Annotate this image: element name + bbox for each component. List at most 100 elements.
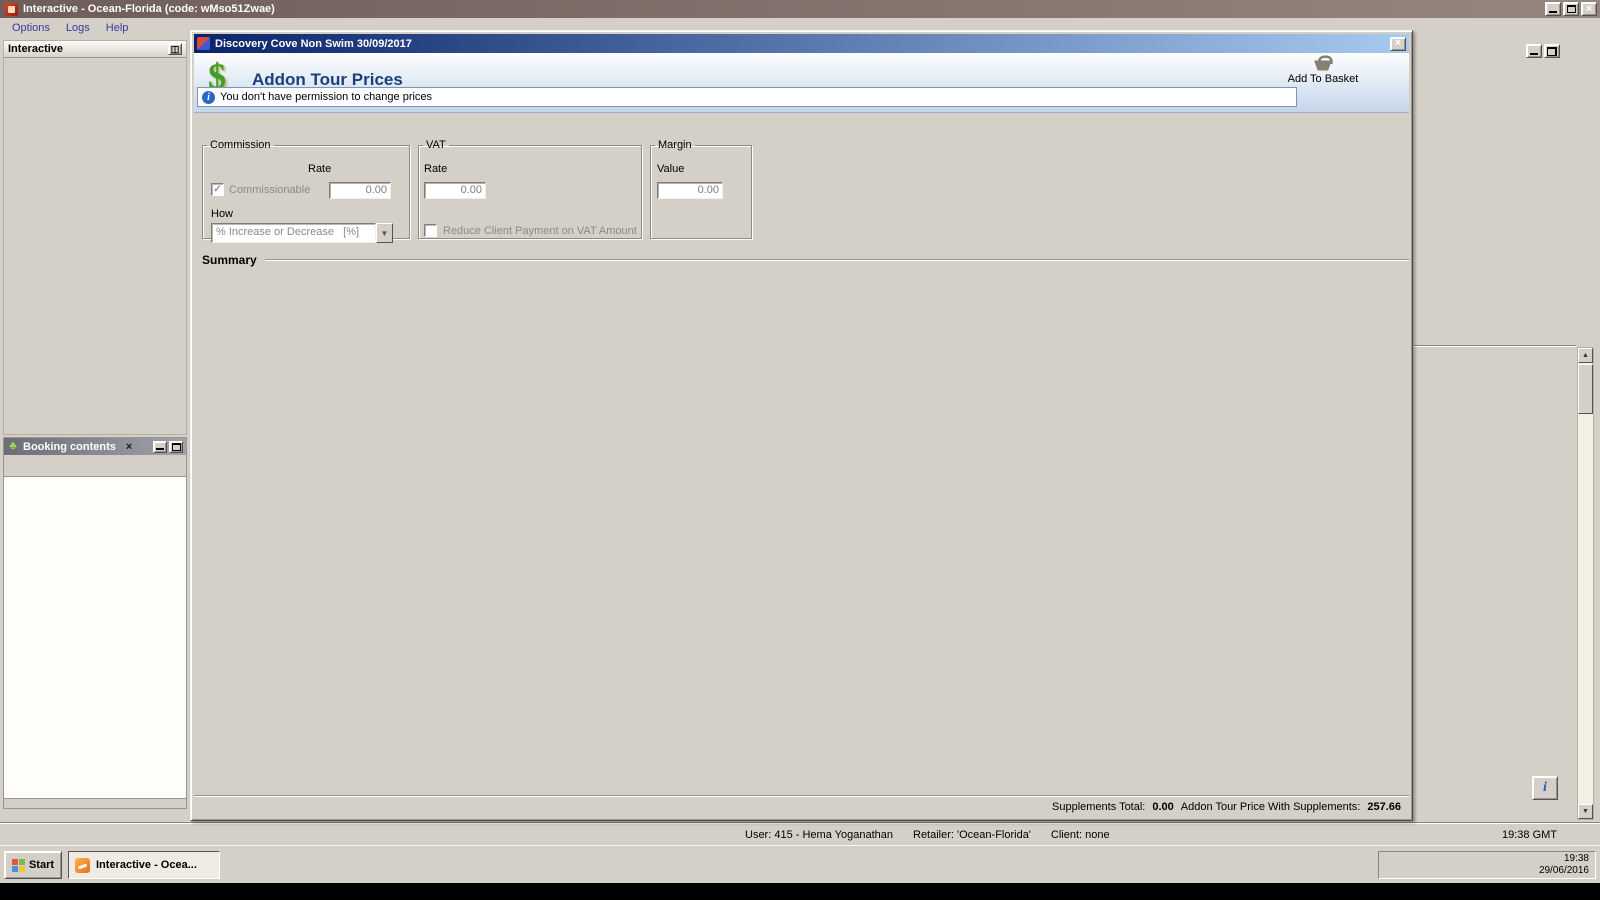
minimize-button[interactable] bbox=[1545, 2, 1561, 16]
margin-value-field[interactable]: 0.00 bbox=[657, 182, 723, 199]
commission-rate-field[interactable]: 0.00 bbox=[329, 182, 391, 199]
interactive-app-icon bbox=[75, 858, 90, 873]
summary-section: Summary bbox=[202, 253, 1409, 267]
system-tray: 19:38 29/06/2016 bbox=[1378, 851, 1596, 879]
sidebar-title: Interactive bbox=[8, 43, 63, 55]
panel-maximize-button[interactable] bbox=[169, 441, 183, 453]
dialog-title: Discovery Cove Non Swim 30/09/2017 bbox=[215, 38, 412, 50]
booking-contents-totals bbox=[4, 798, 186, 808]
maximize-icon bbox=[1567, 5, 1576, 13]
app-titlebar: Interactive - Ocean-Florida (code: wMso5… bbox=[0, 0, 1600, 18]
booking-contents-list bbox=[4, 477, 186, 798]
permission-notice-text: You don't have permission to change pric… bbox=[220, 91, 432, 103]
status-time: 19:38 GMT bbox=[1502, 829, 1557, 841]
windows-logo-icon bbox=[12, 859, 25, 872]
tray-date: 29/06/2016 bbox=[1539, 865, 1589, 876]
commissionable-label: Commissionable bbox=[229, 184, 310, 196]
info-icon: i bbox=[202, 91, 215, 104]
panel-caption-buttons bbox=[153, 441, 183, 453]
commission-legend: Commission bbox=[207, 139, 274, 151]
rate-label: Rate bbox=[308, 163, 331, 175]
permission-notice: i You don't have permission to change pr… bbox=[197, 87, 1297, 107]
price-with-supplements-label: Addon Tour Price With Supplements: bbox=[1181, 801, 1361, 813]
dialog-close-button[interactable]: × bbox=[1390, 37, 1406, 51]
supplements-total-label: Supplements Total: bbox=[1052, 801, 1145, 813]
cart-icon bbox=[1312, 54, 1333, 72]
close-icon: × bbox=[1395, 38, 1401, 49]
menu-item-help[interactable]: Help bbox=[98, 20, 137, 36]
start-button[interactable]: Start bbox=[4, 851, 62, 879]
margin-legend: Margin bbox=[655, 139, 695, 151]
sidebar-tree bbox=[4, 58, 186, 64]
caption-buttons: × bbox=[1545, 2, 1597, 16]
booking-contents-title: Booking contents bbox=[23, 441, 116, 453]
reduce-vat-label: Reduce Client Payment on VAT Amount bbox=[443, 225, 637, 237]
vat-group: VAT Rate 0.00 Reduce Client Payment on V… bbox=[418, 139, 642, 239]
restore-icon bbox=[1547, 47, 1557, 56]
minimize-icon bbox=[1530, 53, 1538, 55]
collapse-panel-button[interactable]: ◫ bbox=[168, 43, 182, 55]
how-label: How bbox=[211, 208, 233, 220]
dialog-icon bbox=[197, 37, 210, 50]
statusbar: User: 415 - Hema Yoganathan Retailer: 'O… bbox=[0, 823, 1600, 845]
minimize-icon bbox=[156, 448, 164, 450]
margin-group: Margin Value 0.00 bbox=[650, 139, 752, 239]
panel-close-button[interactable]: × bbox=[126, 441, 132, 453]
task-label: Interactive - Ocea... bbox=[96, 859, 197, 871]
menu-item-options[interactable]: Options bbox=[4, 20, 58, 36]
commission-group: Commission Rate ✓ Commissionable 0.00 Ho… bbox=[202, 139, 410, 239]
close-icon: × bbox=[1586, 4, 1592, 15]
price-with-supplements-value: 257.66 bbox=[1367, 801, 1401, 813]
commission-how-dropdown[interactable]: % Increase or Decrease [%] ▼ bbox=[211, 223, 393, 243]
dialog-header-band: $ Addon Tour Prices Add To Basket i You … bbox=[194, 53, 1409, 113]
status-retailer: Retailer: 'Ocean-Florida' bbox=[913, 829, 1031, 841]
app-title: Interactive - Ocean-Florida (code: wMso5… bbox=[23, 3, 275, 15]
dialog-caption-buttons: × bbox=[1390, 37, 1406, 51]
divider bbox=[1414, 345, 1576, 347]
taskbar-task-button[interactable]: Interactive - Ocea... bbox=[68, 851, 220, 879]
tray-clock[interactable]: 19:38 29/06/2016 bbox=[1539, 853, 1589, 877]
dialog-content: Commission Rate ✓ Commissionable 0.00 Ho… bbox=[194, 113, 1409, 795]
status-user: User: 415 - Hema Yoganathan bbox=[745, 829, 893, 841]
booking-contents-header: ♣ Booking contents × bbox=[4, 438, 186, 455]
rate-label: Rate bbox=[424, 163, 447, 175]
scroll-up-button[interactable]: ▲ bbox=[1578, 348, 1593, 363]
value-label: Value bbox=[657, 163, 684, 175]
child-minimize-button[interactable] bbox=[1526, 44, 1542, 58]
dialog-titlebar: Discovery Cove Non Swim 30/09/2017 × bbox=[194, 34, 1409, 53]
sidebar-header: Interactive ◫ bbox=[4, 41, 186, 58]
palm-icon: ♣ bbox=[7, 439, 19, 454]
add-to-basket-label: Add To Basket bbox=[1288, 73, 1359, 85]
child-restore-button[interactable] bbox=[1544, 44, 1560, 58]
addon-tour-prices-dialog: Discovery Cove Non Swim 30/09/2017 × $ A… bbox=[190, 30, 1413, 821]
child-window-controls bbox=[1526, 44, 1560, 58]
chevron-down-icon[interactable]: ▼ bbox=[376, 223, 393, 243]
taskbar: Start Interactive - Ocea... 19:38 29/06/… bbox=[0, 845, 1600, 883]
add-to-basket-button[interactable]: Add To Basket bbox=[1285, 56, 1361, 85]
vat-rate-field[interactable]: 0.00 bbox=[424, 182, 486, 199]
close-button[interactable]: × bbox=[1581, 2, 1597, 16]
app-icon bbox=[5, 3, 18, 16]
vat-legend: VAT bbox=[423, 139, 449, 151]
summary-title: Summary bbox=[202, 253, 257, 267]
maximize-icon bbox=[172, 443, 181, 451]
menu-item-logs[interactable]: Logs bbox=[58, 20, 98, 36]
commission-how-value: % Increase or Decrease [%] bbox=[211, 223, 376, 243]
dialog-tabbar: Supplements Total: 0.00 Addon Tour Price… bbox=[194, 795, 1409, 817]
tray-time: 19:38 bbox=[1564, 853, 1589, 864]
commissionable-checkbox[interactable]: ✓ bbox=[211, 183, 224, 196]
info-button[interactable]: i bbox=[1532, 776, 1558, 800]
maximize-button[interactable] bbox=[1563, 2, 1579, 16]
vertical-scrollbar[interactable]: ▲ ▼ bbox=[1577, 347, 1594, 820]
screen: Interactive - Ocean-Florida (code: wMso5… bbox=[0, 0, 1600, 900]
status-client: Client: none bbox=[1051, 829, 1110, 841]
scroll-down-button[interactable]: ▼ bbox=[1578, 804, 1593, 819]
booking-contents-panel: ♣ Booking contents × bbox=[3, 437, 187, 809]
start-label: Start bbox=[29, 859, 54, 871]
minimize-icon bbox=[1549, 11, 1557, 13]
reduce-vat-checkbox[interactable] bbox=[424, 224, 437, 237]
scroll-thumb[interactable] bbox=[1578, 364, 1593, 414]
divider bbox=[265, 259, 1409, 261]
panel-minimize-button[interactable] bbox=[153, 441, 167, 453]
sidebar-panel: Interactive ◫ bbox=[3, 40, 187, 435]
